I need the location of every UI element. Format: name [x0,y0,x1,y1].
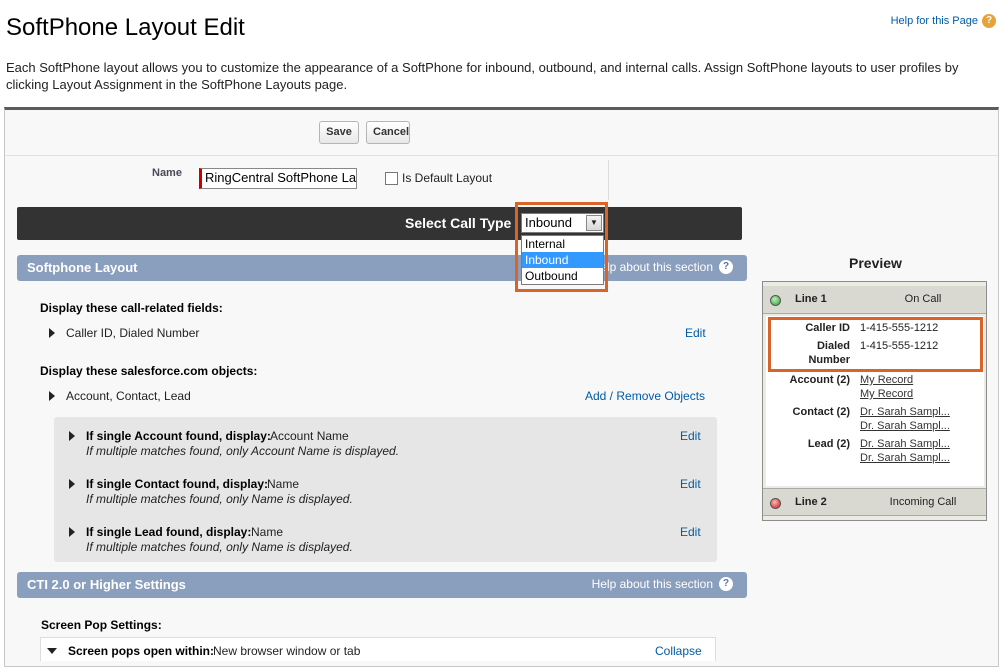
screen-pop-heading: Screen Pop Settings: [41,618,162,632]
call-type-option-outbound[interactable]: Outbound [522,268,603,284]
collapse-triangle-icon[interactable] [47,648,57,654]
account-link[interactable]: My Record [860,388,913,400]
help-question-icon[interactable]: ? [982,14,996,28]
contact-label: Contact (2) [792,406,850,418]
cti-section-help-label[interactable]: Help about this section [592,577,713,591]
fields-heading: Display these call-related fields: [40,301,223,315]
page-title: SoftPhone Layout Edit [6,14,245,41]
help-link-label[interactable]: Help for this Page [891,15,978,27]
lead-rule-value: Name [251,525,284,539]
divider [608,160,609,200]
lead-link[interactable]: Dr. Sarah Sampl... [860,438,950,450]
cti-section-help[interactable]: Help about this section ? [592,577,733,591]
lead-rule-note: If multiple matches found, only Name is … [86,540,353,554]
line-2-row: Line 2 Incoming Call [763,488,986,516]
account-rule-edit-link[interactable]: Edit [680,429,701,443]
screen-pop-value: New browser window or tab [213,644,361,658]
line-1-row: Line 1 On Call [763,286,986,314]
default-layout-label: Is Default Layout [402,171,493,185]
save-button[interactable]: Save [319,121,359,144]
help-question-icon[interactable]: ? [719,260,733,274]
fields-edit-link[interactable]: Edit [685,326,706,340]
call-type-option-internal[interactable]: Internal [522,236,603,252]
dialed-number-label-line2: Number [808,354,850,366]
chevron-down-icon[interactable]: ▼ [586,215,602,231]
account-rule-label: If single Account found, display: [86,429,271,443]
name-label: Name [152,167,182,179]
lead-rule-label: If single Lead found, display: [86,525,252,539]
caller-id-value: 1-415-555-1212 [860,322,939,334]
contact-link[interactable]: Dr. Sarah Sampl... [860,420,950,432]
expand-triangle-icon[interactable] [49,328,55,338]
line-2-status: Incoming Call [889,496,957,508]
line-1-status: On Call [904,293,942,305]
account-rule-note: If multiple matches found, only Account … [86,444,400,458]
cti-settings-title: CTI 2.0 or Higher Settings [27,577,186,592]
dialed-number-value: 1-415-555-1212 [860,340,939,352]
contact-link[interactable]: Dr. Sarah Sampl... [860,406,950,418]
lead-label: Lead (2) [807,438,850,450]
collapse-link[interactable]: Collapse [655,644,702,658]
expand-triangle-icon[interactable] [69,431,75,441]
account-rule-value: Account Name [270,429,349,443]
line-status-red-icon [770,498,781,509]
expand-triangle-icon[interactable] [69,527,75,537]
expand-triangle-icon[interactable] [69,479,75,489]
fields-value: Caller ID, Dialed Number [66,326,200,340]
softphone-section-help-label[interactable]: Help about this section [592,260,713,274]
name-input[interactable]: RingCentral SoftPhone La [199,168,357,189]
line-status-green-icon [770,295,781,306]
dialed-number-label-line1: Dialed [816,340,850,352]
lead-rule-edit-link[interactable]: Edit [680,525,701,539]
softphone-layout-title: Softphone Layout [27,260,138,275]
softphone-layout-header: Softphone Layout Help about this section… [17,255,747,281]
help-for-page-link[interactable]: Help for this Page ? [891,14,996,28]
help-question-icon[interactable]: ? [719,577,733,591]
call-type-select[interactable]: Inbound ▼ [521,213,604,233]
button-bar [5,110,998,156]
page-description: Each SoftPhone layout allows you to cust… [6,60,959,92]
line-2-label: Line 2 [795,496,827,508]
softphone-section-help[interactable]: Help about this section ? [592,260,733,274]
contact-rule-label: If single Contact found, display: [86,477,269,491]
preview-title: Preview [849,255,902,271]
objects-heading: Display these salesforce.com objects: [40,364,258,378]
contact-rule-note: If multiple matches found, only Name is … [86,492,353,506]
contact-rule-edit-link[interactable]: Edit [680,477,701,491]
add-remove-objects-link[interactable]: Add / Remove Objects [585,389,705,403]
line-1-label: Line 1 [795,293,827,305]
account-label: Account (2) [789,374,851,386]
expand-triangle-icon[interactable] [49,391,55,401]
default-layout-checkbox[interactable] [385,172,398,185]
contact-rule-value: Name [267,477,300,491]
cancel-button[interactable]: Cancel [366,121,410,144]
screen-pop-label: Screen pops open within: [68,644,215,658]
caller-id-label: Caller ID [805,322,850,334]
lead-link[interactable]: Dr. Sarah Sampl... [860,452,950,464]
call-type-bar [17,207,742,240]
account-link[interactable]: My Record [860,374,913,386]
call-type-dropdown: Internal Inbound Outbound [521,235,604,285]
call-type-selected-value: Inbound [525,215,572,230]
cti-settings-header: CTI 2.0 or Higher Settings Help about th… [17,572,747,598]
call-type-option-inbound[interactable]: Inbound [522,252,603,268]
call-type-label: Select Call Type [405,215,512,231]
objects-value: Account, Contact, Lead [66,389,191,403]
